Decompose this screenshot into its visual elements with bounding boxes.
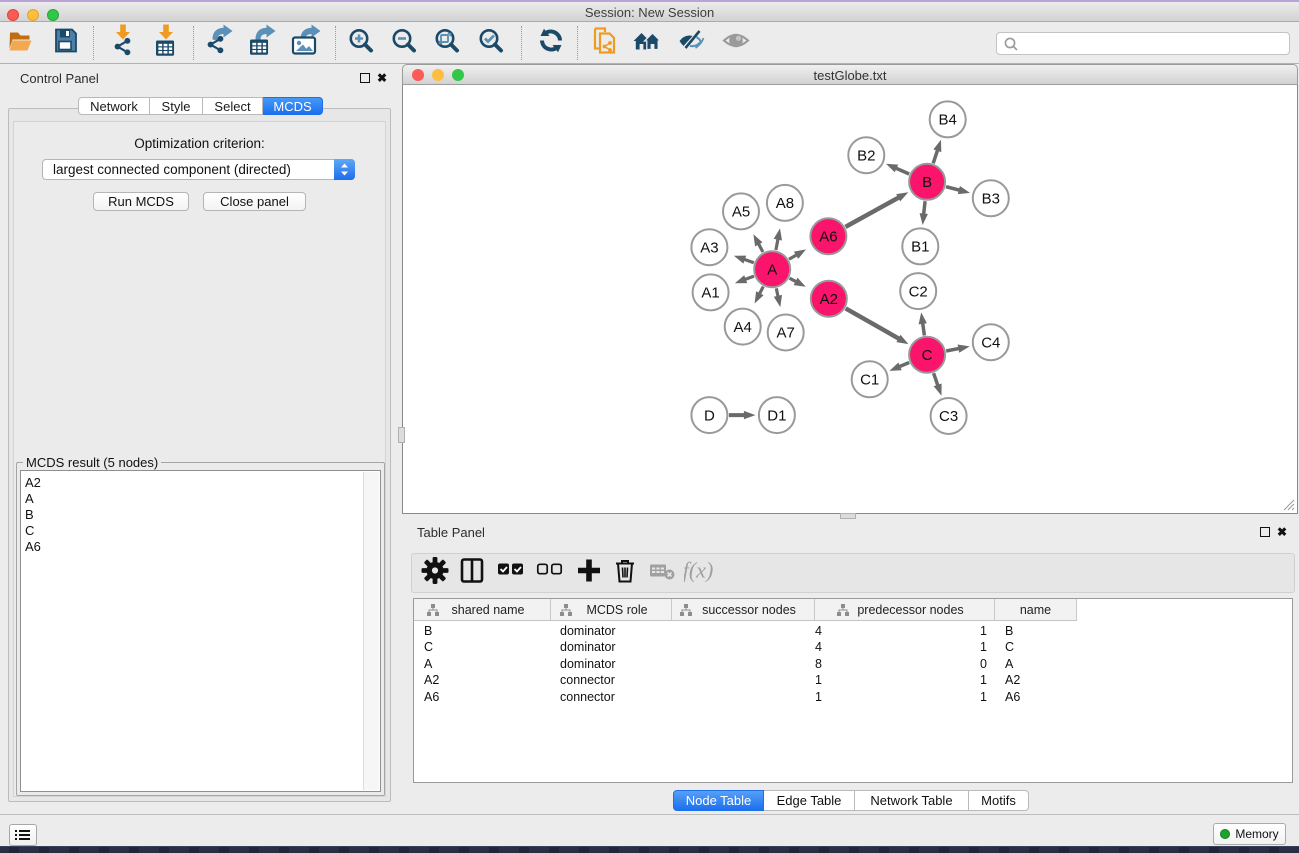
svg-text:A2: A2 bbox=[820, 291, 838, 308]
svg-text:C2: C2 bbox=[909, 283, 928, 300]
svg-text:B4: B4 bbox=[939, 112, 957, 129]
svg-text:B1: B1 bbox=[911, 239, 929, 256]
svg-text:B: B bbox=[922, 174, 932, 191]
svg-text:A5: A5 bbox=[732, 204, 750, 221]
svg-text:C: C bbox=[922, 347, 933, 364]
svg-text:A: A bbox=[767, 261, 777, 278]
svg-text:A8: A8 bbox=[776, 195, 794, 212]
svg-text:D: D bbox=[704, 407, 715, 424]
svg-text:C4: C4 bbox=[981, 334, 1000, 351]
svg-text:A3: A3 bbox=[700, 239, 718, 256]
svg-text:A6: A6 bbox=[819, 229, 837, 246]
svg-text:A7: A7 bbox=[777, 325, 795, 342]
svg-text:f(x): f(x) bbox=[684, 558, 713, 583]
svg-text:A4: A4 bbox=[734, 319, 752, 336]
svg-text:B3: B3 bbox=[982, 191, 1000, 208]
svg-text:C1: C1 bbox=[860, 372, 879, 389]
svg-text:C3: C3 bbox=[939, 408, 958, 425]
svg-text:B2: B2 bbox=[857, 147, 875, 164]
svg-text:A1: A1 bbox=[701, 285, 719, 302]
svg-text:D1: D1 bbox=[767, 407, 786, 424]
